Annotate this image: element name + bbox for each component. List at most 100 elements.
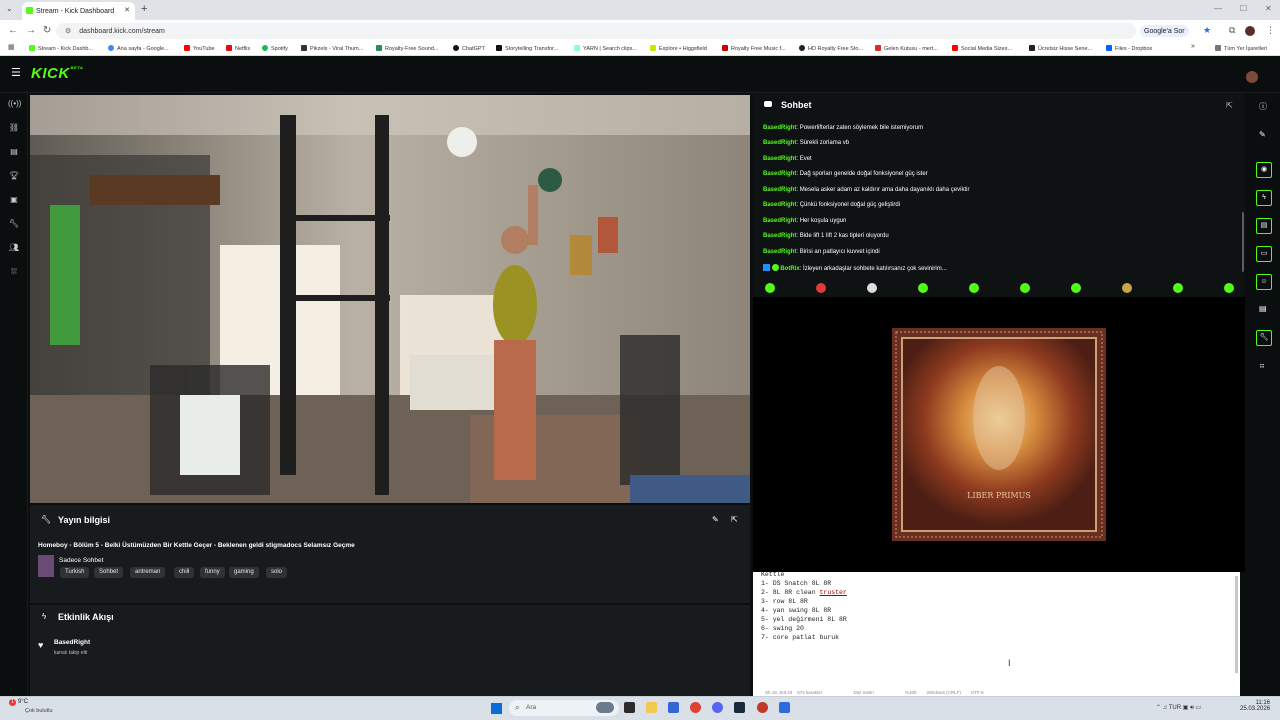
- misspelled-word: truster: [819, 589, 847, 596]
- chat-icon[interactable]: ▭: [1256, 246, 1272, 262]
- chat-message: BasedRight: Mesela asker adam az kaldırı…: [763, 187, 970, 193]
- weather-widget[interactable]: 1 9°C: [9, 699, 28, 706]
- bookmark-item[interactable]: Explore • Higgsfield: [650, 45, 707, 52]
- popout-icon[interactable]: ⇱: [731, 515, 738, 524]
- bookmark-item[interactable]: Ücretsiz Hisse Sene...: [1029, 45, 1092, 52]
- site-info-icon[interactable]: ⚙: [65, 27, 71, 35]
- bookmark-item[interactable]: Spotify: [262, 45, 288, 52]
- creator-icon[interactable]: ⛆: [8, 266, 20, 278]
- share-icon[interactable]: ⠶: [1259, 361, 1265, 370]
- emote-icon[interactable]: [816, 283, 826, 293]
- tag-chip: antreman: [130, 567, 166, 578]
- profile-avatar[interactable]: [1245, 26, 1255, 36]
- discord-icon[interactable]: [712, 702, 723, 713]
- chat-scrollbar[interactable]: [1242, 212, 1244, 272]
- system-tray[interactable]: ⌃ ♫ TUR ▣ 🔊︎ ▭: [1156, 704, 1201, 712]
- task-view-icon[interactable]: [624, 702, 635, 713]
- apps-grid-icon[interactable]: ▦: [8, 43, 15, 51]
- google-sor-button[interactable]: Google'a Sor: [1140, 25, 1189, 37]
- bookmark-item[interactable]: YouTube: [184, 45, 215, 52]
- taskbar-app-icon[interactable]: [668, 702, 679, 713]
- clipboard-icon[interactable]: ▤: [1256, 218, 1272, 234]
- all-bookmarks-folder[interactable]: Tüm Yer İşaretleri: [1215, 45, 1267, 52]
- event-username[interactable]: BasedRight: [54, 639, 90, 646]
- users-icon[interactable]: ☺: [1256, 274, 1272, 290]
- bookmark-item[interactable]: Ana sayfa - Google...: [108, 45, 169, 52]
- emote-icon[interactable]: [1122, 283, 1132, 293]
- bookmark-item[interactable]: Royalty-Free Sound...: [376, 45, 439, 52]
- notepad-scrollbar[interactable]: [1235, 576, 1238, 673]
- wrench-tool-icon[interactable]: 🔧︎: [1256, 330, 1272, 346]
- bookmark-item[interactable]: ChatGPT: [453, 45, 485, 52]
- clock[interactable]: 11:16 25.03.2026: [1240, 700, 1270, 712]
- edit-icon[interactable]: ✎: [712, 515, 719, 524]
- close-window-icon[interactable]: ✕: [1265, 4, 1272, 13]
- notepad-line: Kettle: [761, 571, 785, 578]
- bookmark-item[interactable]: YARN | Search clips...: [574, 45, 637, 52]
- stream-video-preview[interactable]: [30, 95, 750, 503]
- tag-chip: Turkish: [60, 567, 90, 578]
- steam-icon[interactable]: [734, 702, 745, 713]
- user-avatar[interactable]: [1246, 71, 1258, 83]
- bookmark-item[interactable]: Files - Dropbox: [1106, 45, 1152, 52]
- emote-icon[interactable]: [867, 283, 877, 293]
- minimize-icon[interactable]: —: [1214, 4, 1222, 13]
- chat-popout-icon[interactable]: ⇱: [1226, 101, 1233, 110]
- emote-icon[interactable]: [1224, 283, 1234, 293]
- reload-icon[interactable]: ↻: [43, 25, 51, 36]
- kick-logo[interactable]: KICKBETA: [31, 65, 83, 82]
- notepad-line: 3- row 8L 8R: [761, 598, 808, 605]
- tools-icon[interactable]: 🔧︎: [8, 218, 20, 230]
- bookmark-item[interactable]: Pikzels - Viral Thum...: [301, 45, 363, 52]
- bookmark-item[interactable]: Gelen Kutusu - mert...: [875, 45, 938, 52]
- info-icon[interactable]: ⓘ: [1259, 101, 1267, 112]
- stream-info-title: Yayın bilgisi: [58, 515, 111, 525]
- menu-icon[interactable]: ☰: [11, 66, 21, 79]
- bookmark-star-icon[interactable]: ★: [1203, 25, 1211, 36]
- trophy-icon[interactable]: 🏆︎: [8, 170, 20, 182]
- notepad-taskbar-icon[interactable]: [779, 702, 790, 713]
- new-tab-icon[interactable]: +: [141, 3, 147, 15]
- community-icon[interactable]: 👥︎: [8, 242, 20, 254]
- video-library-icon[interactable]: ▣: [8, 194, 20, 206]
- windows-start-icon[interactable]: [491, 703, 502, 714]
- taskbar-app-icon[interactable]: [757, 702, 768, 713]
- stream-video-frame: [30, 95, 750, 503]
- analytics-icon[interactable]: ▤: [8, 146, 20, 158]
- link-icon[interactable]: ⛓: [8, 122, 20, 134]
- stream-icon[interactable]: ((•)): [8, 98, 21, 110]
- layers-icon[interactable]: ▤: [1259, 304, 1267, 313]
- emote-icon[interactable]: [918, 283, 928, 293]
- taskbar-widget-icon[interactable]: [596, 702, 614, 713]
- album-title: LIBER PRIMUS: [967, 491, 1031, 500]
- weather-condition: Çok bulutlu: [25, 708, 53, 714]
- bookmark-item[interactable]: Social Media Sizes...: [952, 45, 1012, 52]
- chat-message: BasedRight: Her koşula uygun: [763, 218, 847, 224]
- more-bookmarks-icon[interactable]: »: [1191, 43, 1195, 50]
- tab-kick-dashboard[interactable]: Stream - Kick Dashboard ✕: [22, 2, 135, 20]
- pencil-icon[interactable]: ✎: [1259, 130, 1266, 139]
- bookmark-item[interactable]: Netflix: [226, 45, 250, 52]
- back-icon[interactable]: ←: [8, 25, 18, 36]
- maximize-icon[interactable]: ☐: [1240, 4, 1247, 13]
- extensions-icon[interactable]: ⧉: [1229, 25, 1235, 36]
- chrome-icon[interactable]: [690, 702, 701, 713]
- emote-icon[interactable]: [1173, 283, 1183, 293]
- camera-icon[interactable]: ◉: [1256, 162, 1272, 178]
- bookmark-item[interactable]: HD Royalty Free Sto...: [799, 45, 863, 52]
- bookmark-item[interactable]: Royalty Free Music f...: [722, 45, 786, 52]
- emote-icon[interactable]: [1020, 283, 1030, 293]
- file-explorer-icon[interactable]: [646, 702, 657, 713]
- forward-icon[interactable]: →: [26, 25, 36, 36]
- bot-chat-message: BotRix: İzleyen arkadaşlar sohbete katıl…: [763, 264, 947, 272]
- bookmark-item[interactable]: Stream - Kick Dashb...: [29, 45, 93, 52]
- browser-menu-icon[interactable]: ⋮: [1266, 25, 1275, 36]
- bolt-icon[interactable]: ϟ: [1256, 190, 1272, 206]
- close-tab-icon[interactable]: ✕: [124, 6, 130, 14]
- tab-search-icon[interactable]: ⌄: [6, 4, 13, 13]
- emote-icon[interactable]: [969, 283, 979, 293]
- emote-icon[interactable]: [765, 283, 775, 293]
- emote-icon[interactable]: [1071, 283, 1081, 293]
- url-input[interactable]: ⚙ dashboard.kick.com/stream: [56, 23, 1136, 39]
- bookmark-item[interactable]: Storytelling Transfor...: [496, 45, 558, 52]
